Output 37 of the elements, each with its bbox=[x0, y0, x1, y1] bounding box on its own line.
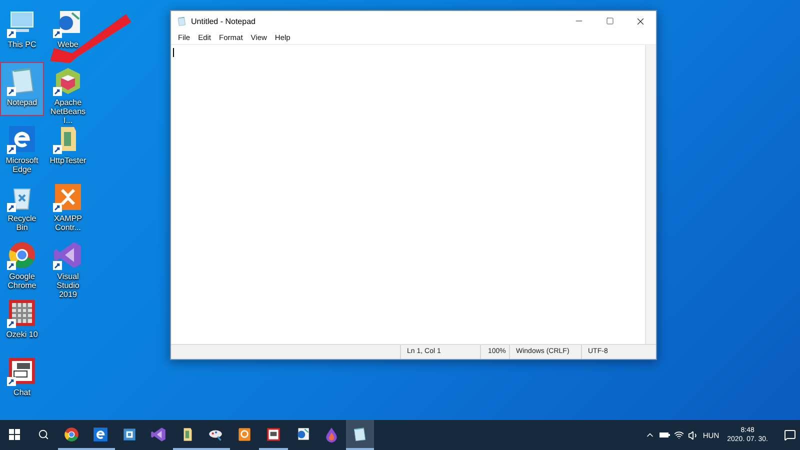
shortcut-label[interactable]: Recycle Bin bbox=[1, 214, 43, 232]
vertical-scrollbar[interactable] bbox=[645, 45, 656, 344]
vs-icon bbox=[150, 426, 167, 442]
close-icon bbox=[635, 16, 646, 26]
shortcut-label[interactable]: Webe bbox=[58, 40, 78, 49]
shortcut-label[interactable]: This PC bbox=[8, 40, 36, 49]
shortcut-label[interactable]: Visual Studio 2019 bbox=[47, 272, 89, 299]
chrome-icon[interactable] bbox=[6, 239, 38, 271]
edge-icon[interactable] bbox=[6, 123, 38, 155]
chat-icon[interactable] bbox=[6, 355, 38, 387]
grid-icon[interactable] bbox=[6, 297, 38, 329]
notepad-icon bbox=[176, 16, 187, 26]
volume-icon[interactable] bbox=[688, 430, 699, 440]
edge-icon bbox=[92, 426, 110, 442]
shortcut-label[interactable]: Microsoft Edge bbox=[1, 156, 43, 174]
shortcut-label[interactable]: Google Chrome bbox=[1, 272, 43, 290]
taskbar-app[interactable] bbox=[346, 420, 374, 450]
xampp-icon[interactable] bbox=[52, 181, 84, 213]
search-icon bbox=[38, 428, 49, 440]
notepad-icon bbox=[351, 426, 368, 442]
window-title: Untitled - Notepad bbox=[191, 16, 256, 26]
chrome-icon bbox=[63, 426, 80, 442]
frame-icon bbox=[121, 426, 138, 442]
shortcut-label[interactable]: XAMPP Contr... bbox=[47, 214, 89, 232]
vs-icon[interactable] bbox=[52, 239, 84, 271]
maximize-icon bbox=[606, 17, 614, 25]
wifi-icon[interactable] bbox=[674, 430, 684, 440]
shortcut-label[interactable]: Chat bbox=[14, 388, 30, 397]
shortcut-label[interactable]: Ozeki 10 bbox=[6, 330, 38, 339]
battery-icon[interactable] bbox=[658, 431, 670, 439]
windows-logo-icon bbox=[8, 428, 20, 440]
shortcut-label[interactable]: Apache NetBeans I... bbox=[47, 98, 89, 125]
shortcut-label[interactable]: HttpTester bbox=[50, 156, 86, 165]
shortcut-label[interactable]: Notepad bbox=[6, 98, 38, 107]
text-cursor bbox=[173, 48, 174, 57]
ring-icon bbox=[236, 426, 254, 442]
notification-icon[interactable] bbox=[784, 429, 796, 441]
